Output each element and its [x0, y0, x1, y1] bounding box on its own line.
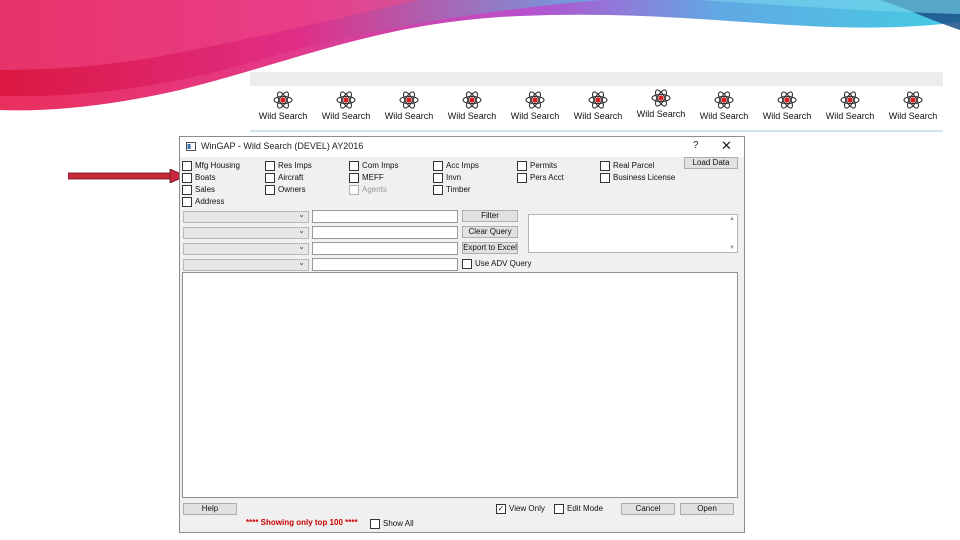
atom-icon — [693, 90, 755, 110]
showing-top-label: **** Showing only top 100 **** — [246, 518, 358, 527]
scroll-down-icon[interactable]: ▼ — [729, 245, 735, 251]
wild-search-label: Wild Search — [384, 111, 434, 121]
checkbox-use-adv-query[interactable]: Use ADV Query — [462, 259, 531, 270]
red-arrow-icon — [68, 169, 186, 183]
checkbox-address[interactable]: Address — [182, 197, 224, 208]
checkbox-aircraft[interactable]: Aircraft — [265, 173, 303, 184]
wild-search-label: Wild Search — [447, 111, 497, 121]
atom-icon — [504, 90, 566, 110]
query-input-2[interactable] — [312, 226, 458, 239]
checkbox-agents: Agents — [349, 185, 387, 196]
load-data-button[interactable]: Load Data — [684, 157, 738, 169]
chevron-down-icon: ⌄ — [298, 242, 305, 251]
chevron-down-icon: ⌄ — [298, 210, 305, 219]
atom-icon — [567, 90, 629, 110]
checkbox-res-imps[interactable]: Res Imps — [265, 161, 312, 172]
wild-search-label: Wild Search — [321, 111, 371, 121]
wild-search-button[interactable]: Wild Search — [441, 88, 503, 128]
atom-icon — [756, 90, 818, 110]
wild-search-label: Wild Search — [825, 111, 875, 121]
atom-icon — [252, 90, 314, 110]
title-bar: WinGAP - Wild Search (DEVEL) AY2016 ? ✕ — [180, 137, 744, 157]
atom-icon — [315, 90, 377, 110]
atom-icon — [378, 90, 440, 110]
checkbox-edit-mode[interactable]: Edit Mode — [554, 504, 603, 515]
checkbox-sales[interactable]: Sales — [182, 185, 215, 196]
field-select-2[interactable]: ⌄ — [183, 226, 309, 239]
wild-search-label: Wild Search — [762, 111, 812, 121]
checkbox-boats[interactable]: Boats — [182, 173, 215, 184]
scroll-up-icon[interactable]: ▲ — [729, 216, 735, 222]
strip-bar — [250, 72, 943, 86]
checkbox-pers-acct[interactable]: Pers Acct — [517, 173, 564, 184]
wild-search-button[interactable]: Wild Search — [378, 88, 440, 128]
field-select-3[interactable]: ⌄ — [183, 242, 309, 255]
query-input-4[interactable] — [312, 258, 458, 271]
atom-icon — [630, 88, 692, 108]
cancel-button[interactable]: Cancel — [621, 503, 675, 515]
wild-search-strip: Wild Search Wild Search Wild Search Wild Se… — [250, 72, 944, 132]
results-grid[interactable] — [182, 272, 738, 498]
help-title-button[interactable]: ? — [693, 140, 699, 151]
wild-search-button[interactable]: Wild Search — [756, 88, 818, 128]
wild-search-button[interactable]: Wild Search — [504, 88, 566, 128]
query-text-area[interactable]: ▲ ▼ — [528, 214, 738, 253]
wild-search-label: Wild Search — [573, 111, 623, 121]
checkbox-timber[interactable]: Timber — [433, 185, 471, 196]
wild-search-label: Wild Search — [258, 111, 308, 121]
wild-search-button[interactable]: Wild Search — [882, 88, 944, 128]
atom-icon — [441, 90, 503, 110]
checkbox-show-all[interactable]: Show All — [370, 519, 414, 530]
wild-search-label: Wild Search — [699, 111, 749, 121]
chevron-down-icon: ⌄ — [298, 226, 305, 235]
wild-search-button[interactable]: Wild Search — [630, 86, 692, 126]
checkbox-acc-imps[interactable]: Acc Imps — [433, 161, 479, 172]
export-to-excel-button[interactable]: Export to Excel — [462, 242, 518, 254]
query-input-3[interactable] — [312, 242, 458, 255]
checkbox-real-parcel[interactable]: Real Parcel — [600, 161, 654, 172]
wild-search-window: WinGAP - Wild Search (DEVEL) AY2016 ? ✕ … — [179, 136, 745, 533]
wild-search-label: Wild Search — [510, 111, 560, 121]
query-input-1[interactable] — [312, 210, 458, 223]
checkbox-meff[interactable]: MEFF — [349, 173, 384, 184]
window-title: WinGAP - Wild Search (DEVEL) AY2016 — [201, 141, 364, 151]
checkbox-com-imps[interactable]: Com Imps — [349, 161, 398, 172]
checkbox-business-license[interactable]: Business License — [600, 173, 675, 184]
field-select-4[interactable]: ⌄ — [183, 258, 309, 271]
wild-search-label: Wild Search — [636, 109, 686, 119]
wild-search-button[interactable]: Wild Search — [567, 88, 629, 128]
wild-search-button[interactable]: Wild Search — [315, 88, 377, 128]
strip-underline — [250, 130, 943, 132]
wild-search-label: Wild Search — [888, 111, 938, 121]
checkbox-invn[interactable]: Invn — [433, 173, 461, 184]
open-button[interactable]: Open — [680, 503, 734, 515]
wild-search-button[interactable]: Wild Search — [693, 88, 755, 128]
filter-button[interactable]: Filter — [462, 210, 518, 222]
wild-search-button[interactable]: Wild Search — [819, 88, 881, 128]
field-select-1[interactable]: ⌄ — [183, 210, 309, 223]
checkbox-permits[interactable]: Permits — [517, 161, 557, 172]
checkbox-mfg-housing[interactable]: Mfg Housing — [182, 161, 240, 172]
close-button[interactable]: ✕ — [721, 138, 732, 154]
clear-query-button[interactable]: Clear Query — [462, 226, 518, 238]
wild-search-button[interactable]: Wild Search — [252, 88, 314, 128]
chevron-down-icon: ⌄ — [298, 258, 305, 267]
checkbox-view-only[interactable]: ✓ View Only — [496, 504, 545, 515]
checkbox-owners[interactable]: Owners — [265, 185, 306, 196]
atom-icon — [882, 90, 944, 110]
app-icon — [186, 142, 196, 151]
atom-icon — [819, 90, 881, 110]
help-button[interactable]: Help — [183, 503, 237, 515]
